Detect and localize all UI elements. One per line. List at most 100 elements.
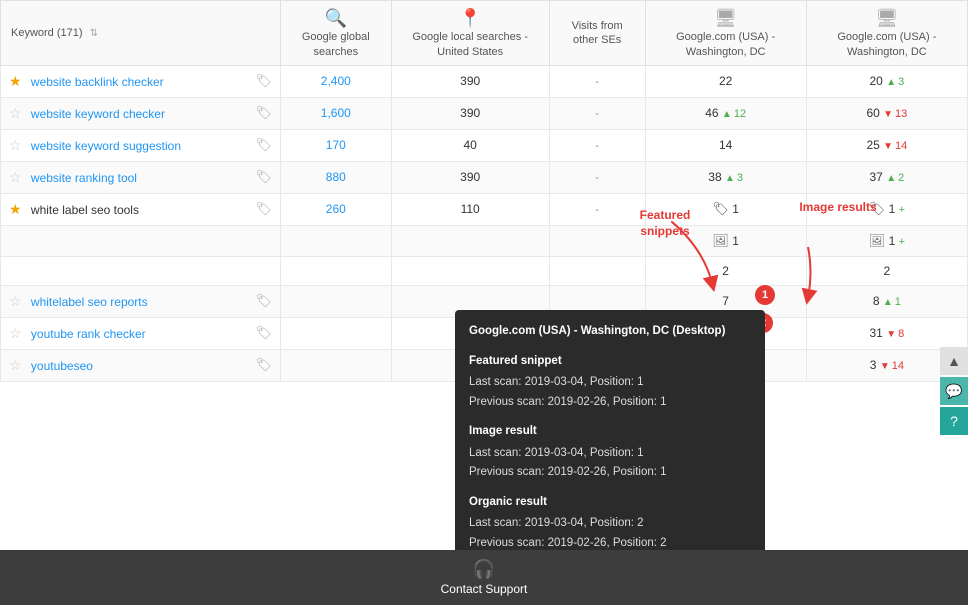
google-local-cell: 390: [391, 65, 549, 97]
tag-icon[interactable]: 🏷: [255, 201, 272, 217]
arrow-down-icon: ▼: [883, 109, 893, 120]
tag-icon[interactable]: 🏷: [255, 73, 272, 89]
scroll-up-button[interactable]: ▲: [940, 347, 968, 375]
col-google-local-icon: 📍: [400, 7, 541, 30]
google-local-cell: [391, 256, 549, 285]
col-google-dc2-icon: 🖥: [815, 7, 959, 30]
star-filled-icon[interactable]: ★: [9, 73, 22, 89]
arrow-up-icon: ▲: [886, 77, 896, 88]
tooltip-featured-section: Featured snippet Last scan: 2019-03-04, …: [469, 352, 751, 413]
support-icon: 🎧: [473, 559, 495, 580]
keyword-cell: ★ website backlink checker 🏷: [1, 65, 281, 97]
keyword-cell: ☆ youtubeseo 🏷: [1, 349, 281, 381]
scroll-up-icon: ▲: [947, 353, 961, 369]
keyword-link[interactable]: website keyword checker: [31, 107, 165, 121]
table-row: ★ website backlink checker 🏷 2,400 390 -…: [1, 65, 968, 97]
col-header-google-dc1: 🖥 Google.com (USA) - Washington, DC: [645, 1, 806, 66]
tag-icon[interactable]: 🏷: [255, 105, 272, 121]
chat-button[interactable]: 💬: [940, 377, 968, 405]
rank2-cell: 60 ▼13: [806, 97, 967, 129]
star-filled-icon[interactable]: ★: [9, 201, 22, 217]
keyword-link[interactable]: youtubeseo: [31, 359, 93, 373]
tooltip-header: Google.com (USA) - Washington, DC (Deskt…: [469, 322, 751, 342]
google-global-cell: [281, 317, 392, 349]
star-empty-icon[interactable]: ☆: [9, 105, 22, 121]
keyword-cell: ☆ website ranking tool 🏷: [1, 161, 281, 193]
keyword-link[interactable]: website keyword suggestion: [31, 139, 181, 153]
star-empty-icon[interactable]: ☆: [9, 293, 22, 309]
google-global-cell: 2,400: [281, 65, 392, 97]
tooltip-featured-prev: Previous scan: 2019-02-26, Position: 1: [469, 393, 751, 413]
tooltip-organic-label: Organic result: [469, 493, 751, 513]
global-value: 2,400: [321, 74, 351, 88]
keyword-cell: ☆ website keyword suggestion 🏷: [1, 129, 281, 161]
keyword-link[interactable]: website backlink checker: [31, 75, 164, 89]
rank1-cell: 22: [645, 65, 806, 97]
keyword-link[interactable]: website ranking tool: [31, 171, 137, 185]
google-local-cell: [391, 225, 549, 256]
global-value: 1,600: [321, 106, 351, 120]
star-empty-icon[interactable]: ☆: [9, 325, 22, 341]
col-google-global-icon: 🔍: [289, 7, 383, 30]
col-header-google-dc2: 🖥 Google.com (USA) - Washington, DC: [806, 1, 967, 66]
rank1-cell: 14: [645, 129, 806, 161]
star-empty-icon[interactable]: ☆: [9, 169, 22, 185]
table-row: ☆ website keyword checker 🏷 1,600 390 - …: [1, 97, 968, 129]
tooltip-organic-prev: Previous scan: 2019-02-26, Position: 2: [469, 534, 751, 550]
tooltip-popup: Google.com (USA) - Washington, DC (Deskt…: [455, 310, 765, 550]
help-button[interactable]: ?: [940, 407, 968, 435]
tag-icon[interactable]: 🏷: [255, 293, 272, 309]
other-ses-cell: [549, 256, 645, 285]
global-value: 260: [326, 202, 346, 216]
google-global-cell: [281, 349, 392, 381]
tooltip-featured-label: Featured snippet: [469, 352, 751, 372]
annotation-arrow-image: [783, 242, 833, 305]
rank1-cell: 46 ▲12: [645, 97, 806, 129]
star-empty-icon[interactable]: ☆: [9, 137, 22, 153]
google-global-cell: 260: [281, 193, 392, 225]
tooltip-image-section: Image result Last scan: 2019-03-04, Posi…: [469, 422, 751, 483]
other-ses-cell: -: [549, 97, 645, 129]
google-local-cell: 390: [391, 97, 549, 129]
google-local-cell: 390: [391, 161, 549, 193]
tag-icon[interactable]: 🏷: [255, 137, 272, 153]
keyword-cell: [1, 256, 281, 285]
col-header-google-local: 📍 Google local searches - United States: [391, 1, 549, 66]
tag-icon[interactable]: 🏷: [255, 357, 272, 373]
tooltip-image-label: Image result: [469, 422, 751, 442]
col-google-dc1-icon: 🖥: [654, 7, 798, 30]
tooltip-title: Google.com (USA) - Washington, DC (Deskt…: [469, 322, 751, 342]
keyword-cell: ☆ website keyword checker 🏷: [1, 97, 281, 129]
keyword-cell: ☆ youtube rank checker 🏷: [1, 317, 281, 349]
other-ses-cell: -: [549, 65, 645, 97]
snippet-icon: 🏷: [712, 201, 729, 216]
rank1-cell: 38 ▲3: [645, 161, 806, 193]
tooltip-image-last: Last scan: 2019-03-04, Position: 1: [469, 444, 751, 464]
contact-support-label[interactable]: Contact Support: [441, 582, 528, 596]
local-value: 390: [460, 74, 480, 88]
chat-icon: 💬: [945, 383, 962, 400]
rank2-cell: 37 ▲2: [806, 161, 967, 193]
google-global-cell: [281, 256, 392, 285]
arrow-down-icon: ▼: [880, 361, 890, 372]
sort-icon[interactable]: ⇅: [90, 28, 98, 39]
col-header-other-ses: Visits from other SEs: [549, 1, 645, 66]
image-icon: 🖼: [869, 233, 886, 248]
keyword-link[interactable]: youtube rank checker: [31, 327, 146, 341]
table-wrapper: Keyword (171) ⇅ 🔍 Google global searches…: [0, 0, 968, 550]
tooltip-organic-last: Last scan: 2019-03-04, Position: 2: [469, 514, 751, 534]
tag-icon[interactable]: 🏷: [255, 169, 272, 185]
annotation-circle-1: 1: [755, 285, 775, 305]
star-empty-icon[interactable]: ☆: [9, 357, 22, 373]
global-value: 880: [326, 170, 346, 184]
arrow-down-icon: ▼: [883, 141, 893, 152]
tag-icon[interactable]: 🏷: [255, 325, 272, 341]
keyword-link[interactable]: whitelabel seo reports: [31, 295, 148, 309]
arrow-up-icon: ▲: [722, 109, 732, 120]
main-container: Keyword (171) ⇅ 🔍 Google global searches…: [0, 0, 968, 605]
google-global-cell: [281, 285, 392, 317]
table-row: ☆ website keyword suggestion 🏷 170 40 - …: [1, 129, 968, 161]
col-header-keyword[interactable]: Keyword (171) ⇅: [1, 1, 281, 66]
keyword-cell: ★ white label seo tools 🏷: [1, 193, 281, 225]
col-header-google-global: 🔍 Google global searches: [281, 1, 392, 66]
